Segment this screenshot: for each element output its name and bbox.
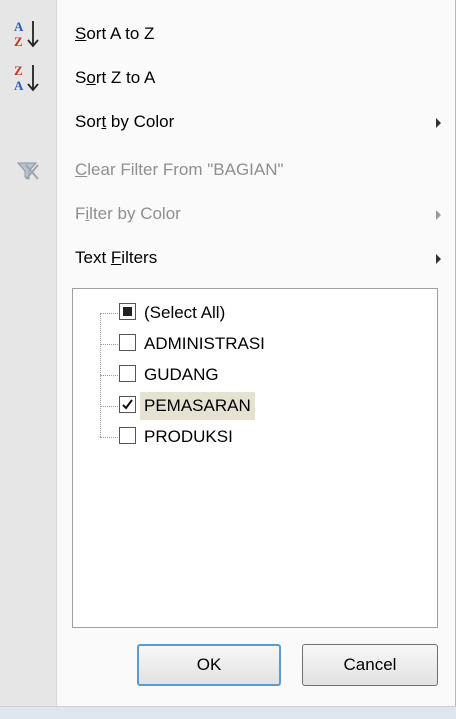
- text-filters-item[interactable]: Text Filters: [0, 236, 456, 280]
- sort-ascending-icon: A Z: [14, 19, 39, 49]
- produksi-checkbox[interactable]: [119, 427, 136, 444]
- filter-value-list[interactable]: (Select All) ADMINISTRASI GUDANG PEMASAR…: [72, 288, 438, 628]
- svg-text:Z: Z: [14, 34, 23, 49]
- list-item-label: PEMASARAN: [140, 392, 255, 420]
- administrasi-checkbox[interactable]: [119, 334, 136, 351]
- autofilter-menu: A Z Sort A to Z Z A Sort Z to A Sort by …: [0, 0, 456, 719]
- resize-bar[interactable]: [0, 706, 456, 719]
- sort-a-to-z-label: Sort A to Z: [75, 24, 155, 43]
- tree-branch: [100, 344, 118, 345]
- clear-filter-item[interactable]: Clear Filter From "BAGIAN": [0, 148, 456, 192]
- list-item-label: GUDANG: [144, 365, 219, 384]
- svg-text:A: A: [14, 19, 24, 34]
- filter-by-color-label: Filter by Color: [75, 204, 181, 223]
- tree-branch: [100, 437, 118, 438]
- clear-filter-label: Clear Filter From "BAGIAN": [75, 160, 284, 179]
- svg-text:Z: Z: [14, 63, 23, 78]
- checkmark-icon: [122, 399, 133, 410]
- submenu-arrow-icon: [436, 254, 441, 264]
- filter-by-color-item[interactable]: Filter by Color: [0, 192, 456, 236]
- tree-branch: [100, 313, 118, 314]
- sort-descending-icon: Z A: [14, 63, 39, 93]
- clear-filter-icon: [16, 162, 39, 180]
- ok-button[interactable]: OK: [137, 644, 281, 686]
- tree-branch: [100, 375, 118, 376]
- submenu-arrow-icon: [436, 210, 441, 220]
- sort-z-to-a-item[interactable]: Z A Sort Z to A: [0, 56, 456, 100]
- list-item-label: ADMINISTRASI: [144, 334, 265, 353]
- sort-z-to-a-label: Sort Z to A: [75, 68, 156, 87]
- gudang-checkbox[interactable]: [119, 365, 136, 382]
- select-all-checkbox[interactable]: [119, 303, 136, 320]
- submenu-arrow-icon: [436, 118, 441, 128]
- sort-by-color-item[interactable]: Sort by Color: [0, 100, 456, 144]
- list-item-label: PRODUKSI: [144, 427, 233, 446]
- sort-by-color-label: Sort by Color: [75, 112, 175, 131]
- pemasaran-checkbox[interactable]: [119, 396, 136, 413]
- cancel-button[interactable]: Cancel: [302, 644, 438, 686]
- tree-branch: [100, 406, 118, 407]
- svg-text:A: A: [14, 78, 24, 93]
- text-filters-label: Text Filters: [75, 248, 158, 267]
- sort-a-to-z-item[interactable]: A Z Sort A to Z: [0, 12, 456, 56]
- list-item-label: (Select All): [144, 303, 226, 322]
